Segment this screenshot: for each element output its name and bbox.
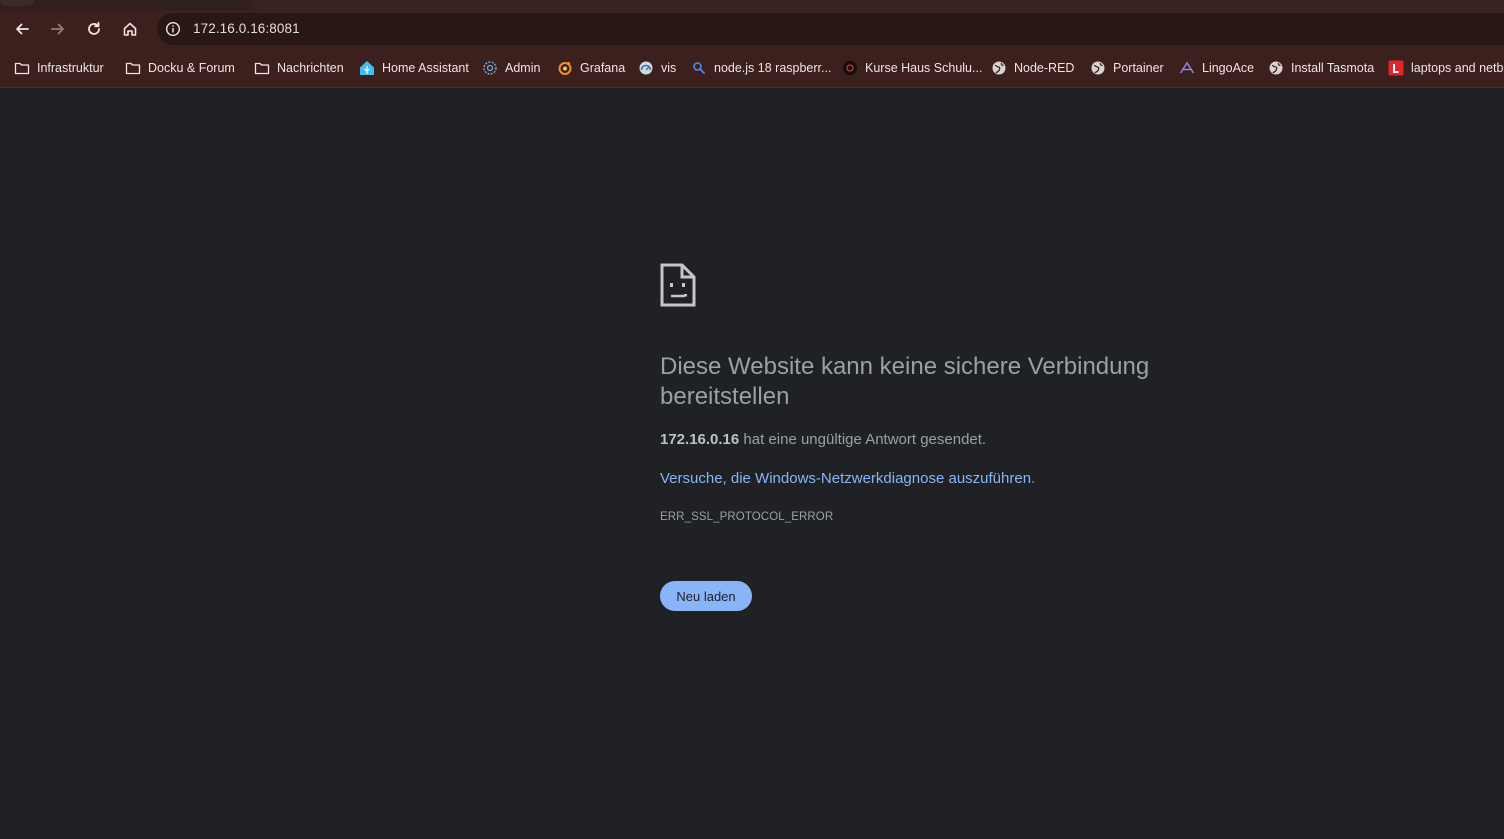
info-icon[interactable] — [165, 21, 181, 37]
bookmark-nodejs-raspberry[interactable]: node.js 18 raspberr... — [691, 59, 831, 77]
tab-strip — [0, 0, 1504, 10]
url-text[interactable]: 172.16.0.16:8081 — [193, 21, 300, 36]
letter-l-icon — [1388, 60, 1404, 76]
globe-icon — [991, 60, 1007, 76]
bookmark-lingoace[interactable]: LingoAce — [1179, 59, 1254, 77]
globe-icon — [1090, 60, 1106, 76]
folder-icon — [254, 60, 270, 76]
error-message-text: hat eine ungültige Antwort gesendet. — [739, 431, 987, 448]
globe-icon — [1268, 60, 1284, 76]
grafana-icon — [557, 60, 573, 76]
error-host: 172.16.0.16 — [660, 431, 740, 448]
reload-button[interactable] — [82, 17, 106, 41]
sad-page-icon — [660, 263, 696, 307]
bookmark-kurse-haus[interactable]: Kurse Haus Schulu... — [842, 59, 982, 77]
arrow-right-icon — [51, 23, 64, 35]
bookmark-nachrichten[interactable]: Nachrichten — [254, 59, 344, 77]
bookmark-admin[interactable]: Admin — [482, 59, 540, 77]
diagnostics-suffix: . — [1031, 470, 1036, 487]
address-bar[interactable]: 172.16.0.16:8081 — [157, 13, 1504, 45]
arrow-left-icon — [16, 23, 29, 35]
bookmark-laptops-netbooks[interactable]: laptops and netbo — [1388, 59, 1504, 77]
reload-page-button[interactable]: Neu laden — [660, 581, 752, 611]
bookmark-portainer[interactable]: Portainer — [1090, 59, 1164, 77]
bookmark-home-assistant[interactable]: Home Assistant — [359, 59, 469, 77]
home-assistant-icon — [359, 60, 375, 76]
home-icon — [123, 22, 137, 36]
bookmark-install-tasmota[interactable]: Install Tasmota — [1268, 59, 1374, 77]
bookmark-vis[interactable]: vis — [638, 59, 676, 77]
error-message: 172.16.0.16 hat eine ungültige Antwort g… — [660, 431, 986, 448]
reload-icon — [88, 21, 100, 35]
lingoace-icon — [1179, 60, 1195, 76]
bookmark-grafana[interactable]: Grafana — [557, 59, 625, 77]
bookmark-infrastruktur[interactable]: Infrastruktur — [14, 59, 104, 77]
error-code: ERR_SSL_PROTOCOL_ERROR — [660, 511, 834, 523]
tab-fragment[interactable] — [0, 0, 34, 6]
gauge-icon — [638, 60, 654, 76]
gear-icon — [482, 60, 498, 76]
bookmark-docku-forum[interactable]: Docku & Forum — [125, 59, 235, 77]
circle-logo-icon — [842, 60, 858, 76]
page-content: Diese Website kann keine sichere Verbind… — [0, 89, 1504, 839]
bookmark-node-red[interactable]: Node-RED — [991, 59, 1074, 77]
network-diagnostics-link[interactable]: Versuche, die Windows-Netzwerkdiagnose a… — [660, 470, 1031, 487]
forward-button[interactable] — [46, 17, 70, 41]
folder-icon — [14, 60, 30, 76]
folder-icon — [125, 60, 141, 76]
tab-strip-background — [250, 0, 1504, 10]
search-icon — [691, 60, 707, 76]
browser-toolbar: 172.16.0.16:8081 — [0, 10, 1504, 48]
bookmarks-bar: Infrastruktur Docku & Forum Nachrichten … — [0, 48, 1504, 88]
back-button[interactable] — [10, 17, 34, 41]
error-title: Diese Website kann keine sichere Verbind… — [660, 353, 1150, 410]
home-button[interactable] — [118, 17, 142, 41]
diagnostics-suggestion: Versuche, die Windows-Netzwerkdiagnose a… — [660, 470, 1035, 487]
